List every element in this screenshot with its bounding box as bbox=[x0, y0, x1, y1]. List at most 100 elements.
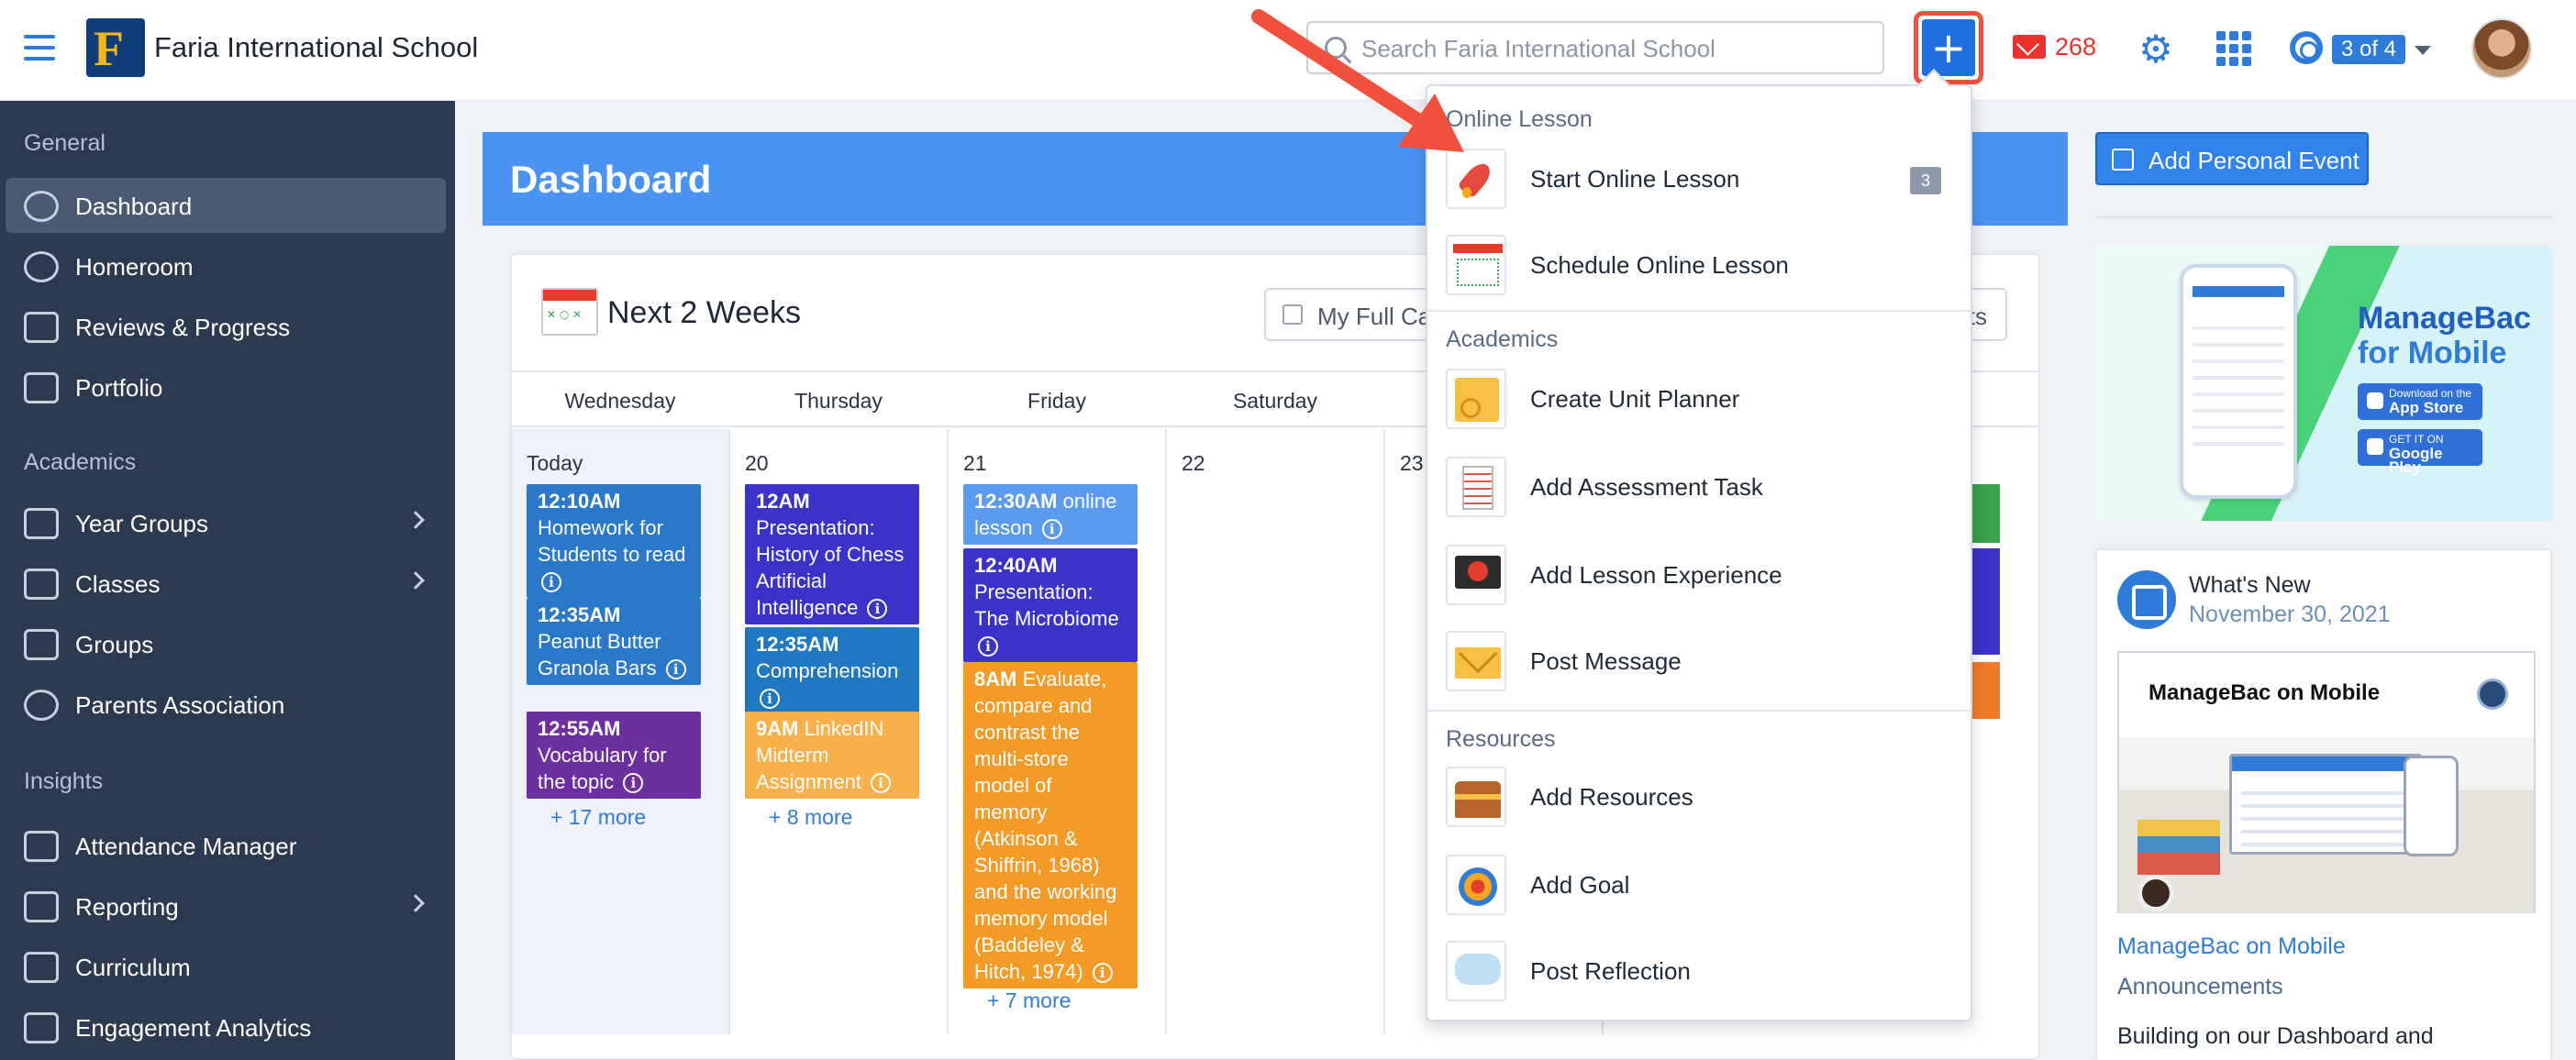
calendar-small-icon bbox=[1282, 304, 1303, 325]
event-title: Presentation: The Microbiome bbox=[974, 580, 1119, 630]
post-reflection-item[interactable]: Post Reflection bbox=[1442, 937, 1956, 1005]
add-resources-item[interactable]: Add Resources bbox=[1442, 763, 1956, 831]
speech-bubble-icon bbox=[1446, 941, 1506, 1001]
app-store-badge[interactable]: Download on the App Store bbox=[2358, 383, 2482, 420]
sidebar-item-label: Engagement Analytics bbox=[75, 1014, 312, 1042]
sidebar-item-curriculum[interactable]: Curriculum bbox=[6, 939, 446, 994]
promo-title: ManageBac for Mobile bbox=[2358, 301, 2531, 370]
add-new-button[interactable]: + bbox=[1922, 19, 1975, 76]
start-online-lesson-item[interactable]: Start Online Lesson 3 bbox=[1442, 145, 1956, 213]
mail-icon[interactable] bbox=[2013, 35, 2046, 59]
info-icon[interactable]: i bbox=[541, 572, 561, 593]
sidebar-item-engagement-analytics[interactable]: Engagement Analytics bbox=[6, 999, 446, 1054]
news-title: What's New bbox=[2189, 572, 2311, 598]
mail-count[interactable]: 268 bbox=[2055, 33, 2096, 61]
sidebar-section-general: General bbox=[24, 130, 105, 156]
sidebar-item-portfolio[interactable]: Portfolio bbox=[6, 359, 446, 414]
phone-in-hand-illustration bbox=[2404, 756, 2459, 856]
help-lifebuoy-icon[interactable] bbox=[2290, 31, 2323, 64]
calendar-event[interactable]: 12:35AM Peanut Butter Granola Bars i bbox=[527, 598, 701, 685]
event-time: 9AM bbox=[756, 717, 799, 740]
sidebar-item-reporting[interactable]: Reporting bbox=[6, 878, 446, 933]
sidebar-item-attendance-manager[interactable]: Attendance Manager bbox=[6, 818, 446, 873]
day-header: Saturday bbox=[1232, 389, 1318, 413]
sidebar-item-label: Portfolio bbox=[75, 374, 163, 402]
info-icon[interactable]: i bbox=[867, 599, 888, 620]
calendar-event[interactable]: 12:35AM Comprehension i bbox=[745, 627, 919, 714]
sidebar-item-year-groups[interactable]: Year Groups bbox=[6, 495, 446, 550]
calendar-event[interactable]: 8AM Evaluate, compare and contrast the m… bbox=[963, 662, 1138, 988]
gear-icon[interactable]: ⚙ bbox=[2137, 30, 2174, 69]
avatar[interactable] bbox=[2471, 18, 2532, 79]
news-body: Building on our Dashboard and bbox=[2117, 1023, 2434, 1049]
coffee-cup-illustration bbox=[2137, 875, 2174, 911]
schedule-online-lesson-item[interactable]: Schedule Online Lesson bbox=[1442, 231, 1956, 299]
school-logo[interactable]: F bbox=[86, 18, 145, 77]
calendar-event[interactable]: 12AM Presentation: History of Chess Arti… bbox=[745, 484, 919, 624]
add-lesson-experience-item[interactable]: Add Lesson Experience bbox=[1442, 541, 1956, 609]
google-play-small: GET IT ON bbox=[2389, 433, 2444, 446]
sidebar: General Dashboard Homeroom Reviews & Pro… bbox=[0, 101, 455, 1060]
sidebar-item-reviews-progress[interactable]: Reviews & Progress bbox=[6, 299, 446, 354]
promo-line2: for Mobile bbox=[2358, 336, 2507, 370]
info-icon[interactable]: i bbox=[665, 659, 686, 680]
sidebar-section-academics: Academics bbox=[24, 449, 137, 475]
calendar-event[interactable]: 12:30AM online lesson i bbox=[963, 484, 1138, 545]
annotation-arrow bbox=[1251, 9, 1464, 152]
calendar-event[interactable]: 12:10AM Homework for Students to read i bbox=[527, 484, 701, 598]
sidebar-item-classes[interactable]: Classes bbox=[6, 556, 446, 611]
add-lesson-experience-label: Add Lesson Experience bbox=[1530, 561, 1782, 589]
info-icon[interactable]: i bbox=[871, 773, 892, 794]
pager-badge[interactable]: 3 of 4 bbox=[2332, 35, 2406, 64]
day-date: 20 bbox=[745, 451, 769, 475]
page-title: Dashboard bbox=[510, 158, 712, 201]
dropdown-section-academics: Academics bbox=[1446, 326, 1559, 352]
chevron-down-icon[interactable] bbox=[2415, 46, 2431, 55]
info-icon[interactable]: i bbox=[1041, 519, 1062, 540]
chevron-right-icon bbox=[406, 571, 425, 590]
add-personal-event-label: Add Personal Event bbox=[2149, 147, 2359, 174]
news-link[interactable]: ManageBac on Mobile bbox=[2117, 933, 2346, 960]
rss-icon bbox=[2117, 570, 2176, 629]
sidebar-item-parents-association[interactable]: Parents Association bbox=[6, 677, 446, 732]
envelope-icon bbox=[1446, 631, 1506, 691]
add-goal-label: Add Goal bbox=[1530, 871, 1630, 899]
more-events-link[interactable]: + 7 more bbox=[987, 988, 1071, 1013]
add-personal-event-button[interactable]: Add Personal Event bbox=[2095, 132, 2369, 185]
info-icon[interactable]: i bbox=[1092, 963, 1113, 984]
hamburger-menu-icon[interactable] bbox=[24, 35, 55, 62]
sidebar-item-label: Parents Association bbox=[75, 691, 285, 719]
more-events-link[interactable]: + 17 more bbox=[550, 805, 646, 830]
day-date: 21 bbox=[963, 451, 987, 475]
app-store-small: Download on the bbox=[2389, 387, 2472, 400]
event-title: Homework for Students to read bbox=[538, 516, 686, 566]
calendar-event[interactable]: 12:40AM Presentation: The Microbiome i bbox=[963, 548, 1138, 662]
sidebar-item-dashboard[interactable]: Dashboard bbox=[6, 178, 446, 233]
sidebar-section-insights: Insights bbox=[24, 768, 104, 794]
info-icon[interactable]: i bbox=[623, 773, 644, 794]
calendar-event[interactable]: 12:55AM Vocabulary for the topic i bbox=[527, 712, 701, 799]
school-name[interactable]: Faria International School bbox=[154, 31, 478, 64]
info-icon[interactable]: i bbox=[978, 636, 998, 657]
sidebar-item-label: Reviews & Progress bbox=[75, 314, 291, 341]
news-image[interactable]: ManageBac on Mobile bbox=[2117, 651, 2536, 913]
post-message-item[interactable]: Post Message bbox=[1442, 627, 1956, 695]
create-unit-planner-item[interactable]: Create Unit Planner bbox=[1442, 365, 1956, 433]
google-play-badge[interactable]: GET IT ON Google Play bbox=[2358, 429, 2482, 475]
add-assessment-task-item[interactable]: Add Assessment Task bbox=[1442, 453, 1956, 521]
sidebar-item-groups[interactable]: Groups bbox=[6, 616, 446, 671]
checklist-icon bbox=[1446, 457, 1506, 517]
mobile-app-promo[interactable]: ManageBac for Mobile Download on the App… bbox=[2095, 246, 2552, 521]
calendar-event[interactable]: 9AM LinkedIN Midterm Assignment i bbox=[745, 712, 919, 799]
sidebar-item-label: Groups bbox=[75, 631, 154, 658]
my-full-calendar-button[interactable]: My Full Calendar bbox=[1264, 288, 1448, 341]
day-date: 23 bbox=[1400, 451, 1424, 475]
day-header: Wednesday bbox=[564, 389, 676, 413]
more-events-link[interactable]: + 8 more bbox=[769, 805, 852, 830]
add-goal-item[interactable]: Add Goal bbox=[1442, 851, 1956, 919]
sidebar-item-label: Classes bbox=[75, 570, 161, 598]
info-icon[interactable]: i bbox=[760, 689, 780, 710]
sidebar-item-homeroom[interactable]: Homeroom bbox=[6, 238, 446, 293]
apps-grid-icon[interactable] bbox=[2216, 31, 2251, 66]
create-unit-planner-label: Create Unit Planner bbox=[1530, 385, 1740, 413]
